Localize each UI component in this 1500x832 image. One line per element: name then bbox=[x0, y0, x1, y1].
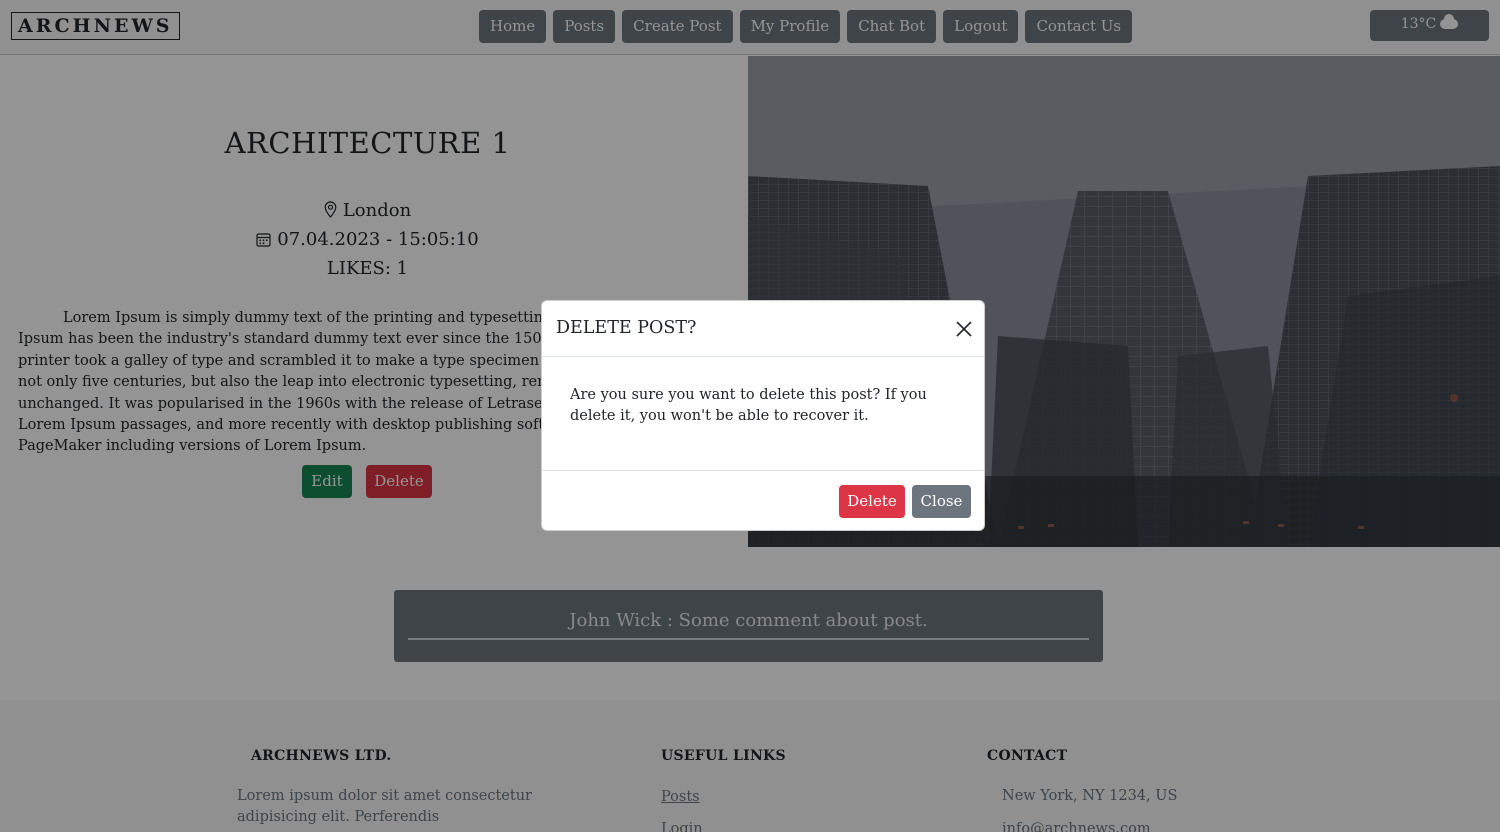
confirm-delete-button[interactable]: Delete bbox=[839, 485, 905, 518]
modal-title: DELETE POST? bbox=[556, 318, 697, 338]
close-modal-button[interactable]: Close bbox=[912, 485, 971, 518]
modal-header: DELETE POST? bbox=[542, 301, 984, 357]
modal-footer: Delete Close bbox=[542, 470, 984, 531]
close-icon[interactable] bbox=[952, 317, 976, 341]
modal-body-text: Are you sure you want to delete this pos… bbox=[570, 387, 927, 425]
delete-confirmation-modal: DELETE POST? Are you sure you want to de… bbox=[541, 300, 985, 531]
